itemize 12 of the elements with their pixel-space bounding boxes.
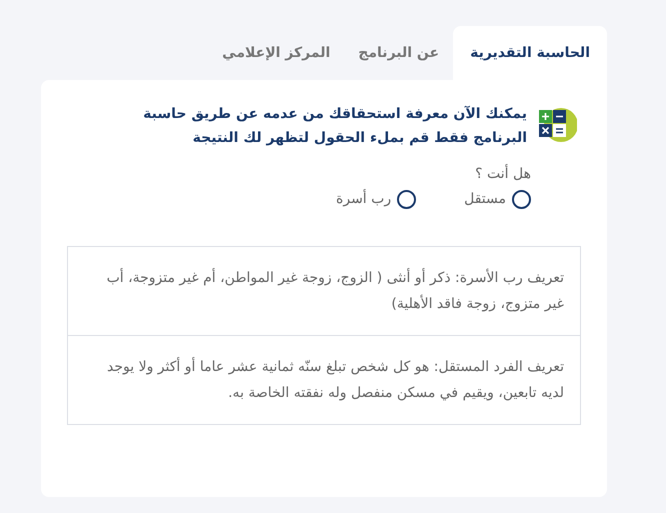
tab[interactable]: الحاسبة التقديرية bbox=[453, 26, 607, 80]
radio-button[interactable] bbox=[512, 190, 531, 209]
intro-text: يمكنك الآن معرفة استحقاقك من عدمه عن طريق حاسبة البرنامج فقط قم بملء الحقول لتظهر لك النتيجة bbox=[142, 104, 527, 148]
radio-button[interactable] bbox=[397, 190, 416, 209]
radio-label[interactable]: مستقل bbox=[464, 189, 506, 210]
definition-text: تعريف الفرد المستقل: هو كل شخص تبلغ سنّه ثمانية عشر عاما أو أكثر ولا يوجد لديه تابعين، ويقيم في مسكن منفصل وله نفقته الخاصة به. bbox=[106, 356, 564, 403]
tab[interactable]: المركز الإعلامي bbox=[208, 26, 344, 80]
definition-text: تعريف رب الأسرة: ذكر أو أنثى ( الزوج، زوجة غير المواطن، أم غير متزوجة، أب غير متزوج، زوجة فاقد الأهلية) bbox=[106, 267, 564, 314]
calculator-icon bbox=[537, 106, 577, 144]
tab[interactable]: عن البرنامج bbox=[344, 26, 454, 80]
radio-label[interactable]: رب أسرة bbox=[336, 189, 392, 210]
question-label: هل أنت ؟ bbox=[474, 164, 531, 184]
